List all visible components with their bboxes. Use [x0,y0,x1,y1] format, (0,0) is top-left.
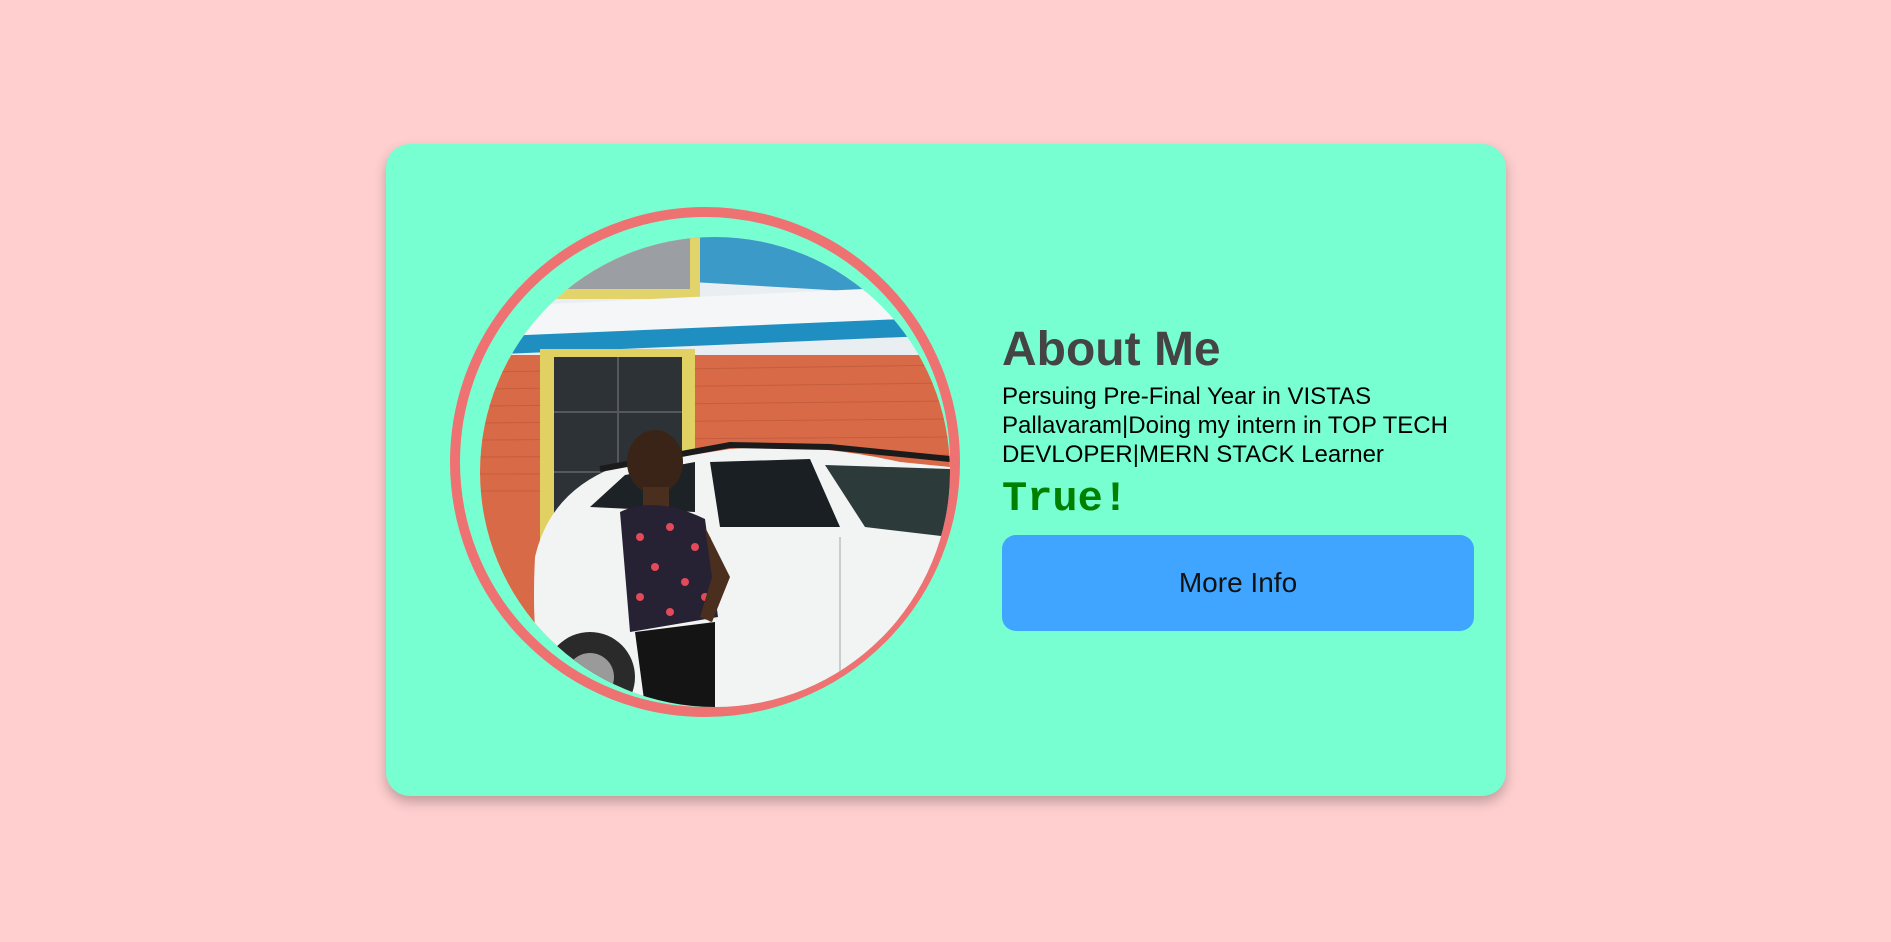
profile-card: About Me Persuing Pre-Final Year in VIST… [386,144,1506,796]
status-text: True! [1002,475,1129,523]
more-info-button[interactable]: More Info [1002,535,1474,631]
about-content: About Me Persuing Pre-Final Year in VIST… [1002,322,1478,631]
profile-photo [480,237,950,707]
avatar [480,237,950,707]
about-title: About Me [1002,323,1221,376]
avatar-ring [450,207,960,717]
bio-text: Persuing Pre-Final Year in VISTAS Pallav… [1002,383,1448,468]
